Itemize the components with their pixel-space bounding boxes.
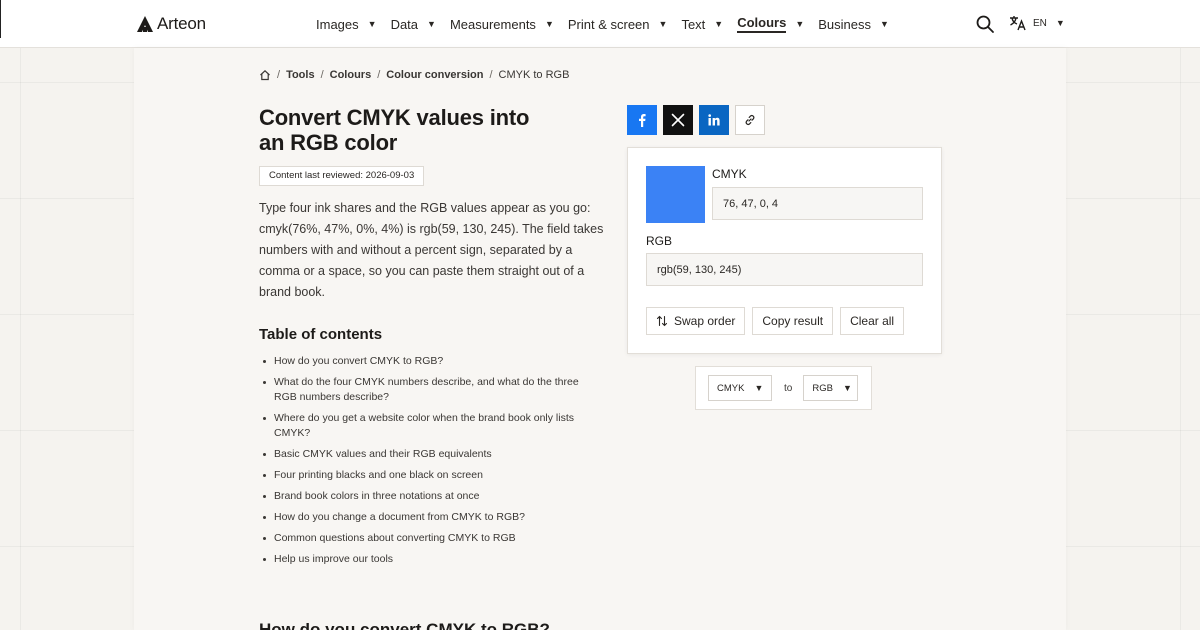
- search-icon: [976, 15, 994, 33]
- intro-text: Type four ink shares and the RGB values …: [259, 201, 604, 299]
- copy-result-button[interactable]: Copy result: [752, 307, 834, 335]
- from-format-value: CMYK: [717, 382, 745, 394]
- table-of-contents: How do you convert CMYK to RGB? What do …: [263, 354, 594, 573]
- swap-order-button[interactable]: Swap order: [646, 307, 746, 335]
- site-header: Arteon Images ▼ Data ▼ Measurements ▼ Print…: [0, 0, 1200, 48]
- copy-link-button[interactable]: [735, 105, 765, 135]
- toc-item[interactable]: Basic CMYK values and their RGB equivale…: [263, 447, 594, 462]
- swap-order-label: Swap order: [674, 314, 736, 328]
- breadcrumb-current: CMYK to RGB: [498, 69, 570, 81]
- caret-down-icon: ▼: [842, 383, 852, 393]
- rgb-output[interactable]: [646, 253, 923, 286]
- toc-item[interactable]: Four printing blacks and one black on sc…: [263, 468, 594, 483]
- nav-item-measurements[interactable]: Measurements ▼: [450, 0, 554, 48]
- toc-item[interactable]: Common questions about converting CMYK t…: [263, 531, 594, 546]
- to-format-select[interactable]: RGB ▼: [803, 375, 859, 401]
- nav-label: Text: [681, 16, 706, 32]
- home-icon[interactable]: [259, 69, 271, 81]
- nav-item-text[interactable]: Text ▼: [681, 0, 723, 48]
- nav-item-images[interactable]: Images ▼: [316, 0, 377, 48]
- language-code: EN: [1033, 17, 1047, 29]
- toc-item[interactable]: Help us improve our tools: [263, 552, 594, 567]
- converter-actions: Swap order Copy result Clear all: [646, 307, 911, 335]
- brand-logo[interactable]: Arteon: [137, 14, 206, 34]
- clear-all-button[interactable]: Clear all: [840, 307, 905, 335]
- conversion-selector: CMYK ▼ to RGB ▼: [695, 366, 872, 410]
- to-format-value: RGB: [812, 382, 833, 394]
- breadcrumb-colour-conversion[interactable]: Colour conversion: [386, 69, 483, 81]
- breadcrumb-separator: /: [320, 69, 324, 81]
- search-button[interactable]: [975, 14, 995, 34]
- brand-name: Arteon: [157, 14, 206, 33]
- cmyk-input[interactable]: [712, 187, 923, 220]
- breadcrumb: / Tools / Colours / Colour conversion / …: [259, 69, 569, 81]
- window-edge: [0, 0, 1, 38]
- color-swatch: [646, 166, 705, 223]
- caret-down-icon: ▼: [754, 383, 764, 393]
- toc-item[interactable]: Where do you get a website color when th…: [263, 411, 594, 441]
- breadcrumb-tools[interactable]: Tools: [286, 69, 315, 81]
- section-heading: How do you convert CMYK to RGB?: [259, 620, 550, 630]
- swap-icon: [656, 315, 668, 327]
- caret-down-icon: ▼: [795, 19, 805, 29]
- to-label: to: [784, 382, 793, 394]
- nav-item-colours[interactable]: Colours ▼: [737, 0, 804, 48]
- toc-item[interactable]: What do the four CMYK numbers describe, …: [263, 375, 594, 405]
- breadcrumb-colours[interactable]: Colours: [330, 69, 372, 81]
- nav-label: Print & screen: [567, 16, 650, 32]
- page-title: Convert CMYK values into an RGB color: [259, 105, 530, 155]
- nav-label: Images: [316, 16, 359, 32]
- cmyk-label: CMYK: [712, 167, 747, 181]
- caret-down-icon: ▼: [427, 19, 436, 29]
- main-nav: Images ▼ Data ▼ Measurements ▼ Print & scre…: [316, 0, 903, 48]
- link-icon: [745, 115, 755, 125]
- caret-down-icon: ▼: [714, 19, 724, 29]
- caret-down-icon: ▼: [658, 19, 668, 29]
- nav-label: Measurements: [449, 16, 536, 32]
- language-selector[interactable]: EN ▼: [1009, 15, 1065, 31]
- linkedin-icon: [708, 114, 720, 126]
- toc-title: Table of contents: [259, 326, 383, 343]
- nav-label: Data: [390, 16, 419, 32]
- nav-label: Colours: [737, 15, 787, 33]
- toc-item[interactable]: How do you convert CMYK to RGB?: [263, 354, 594, 369]
- caret-down-icon: ▼: [1055, 18, 1065, 28]
- breadcrumb-separator: /: [377, 69, 381, 81]
- logo-icon: [137, 16, 153, 32]
- caret-down-icon: ▼: [367, 19, 377, 29]
- caret-down-icon: ▼: [544, 19, 554, 29]
- reviewed-badge: Content last reviewed: 2026-09-03: [259, 166, 425, 186]
- toc-item[interactable]: Brand book colors in three notations at …: [263, 489, 594, 504]
- rgb-label: RGB: [646, 234, 673, 248]
- nav-item-print-screen[interactable]: Print & screen ▼: [568, 0, 668, 48]
- share-x-button[interactable]: [663, 105, 693, 135]
- converter-card: CMYK RGB Swap order Copy result Clear al…: [627, 147, 942, 354]
- from-format-select[interactable]: CMYK ▼: [708, 375, 772, 401]
- share-facebook-button[interactable]: [627, 105, 657, 135]
- nav-item-business[interactable]: Business ▼: [818, 0, 889, 48]
- nav-item-data[interactable]: Data ▼: [391, 0, 436, 48]
- share-buttons: [627, 105, 771, 135]
- x-icon: [671, 113, 685, 127]
- breadcrumb-separator: /: [489, 69, 493, 81]
- breadcrumb-separator: /: [277, 69, 281, 81]
- facebook-icon: [639, 114, 646, 127]
- share-linkedin-button[interactable]: [699, 105, 729, 135]
- toc-item[interactable]: How do you change a document from CMYK t…: [263, 510, 594, 525]
- translate-icon: [1010, 16, 1026, 31]
- nav-label: Business: [818, 16, 871, 32]
- caret-down-icon: ▼: [880, 19, 889, 29]
